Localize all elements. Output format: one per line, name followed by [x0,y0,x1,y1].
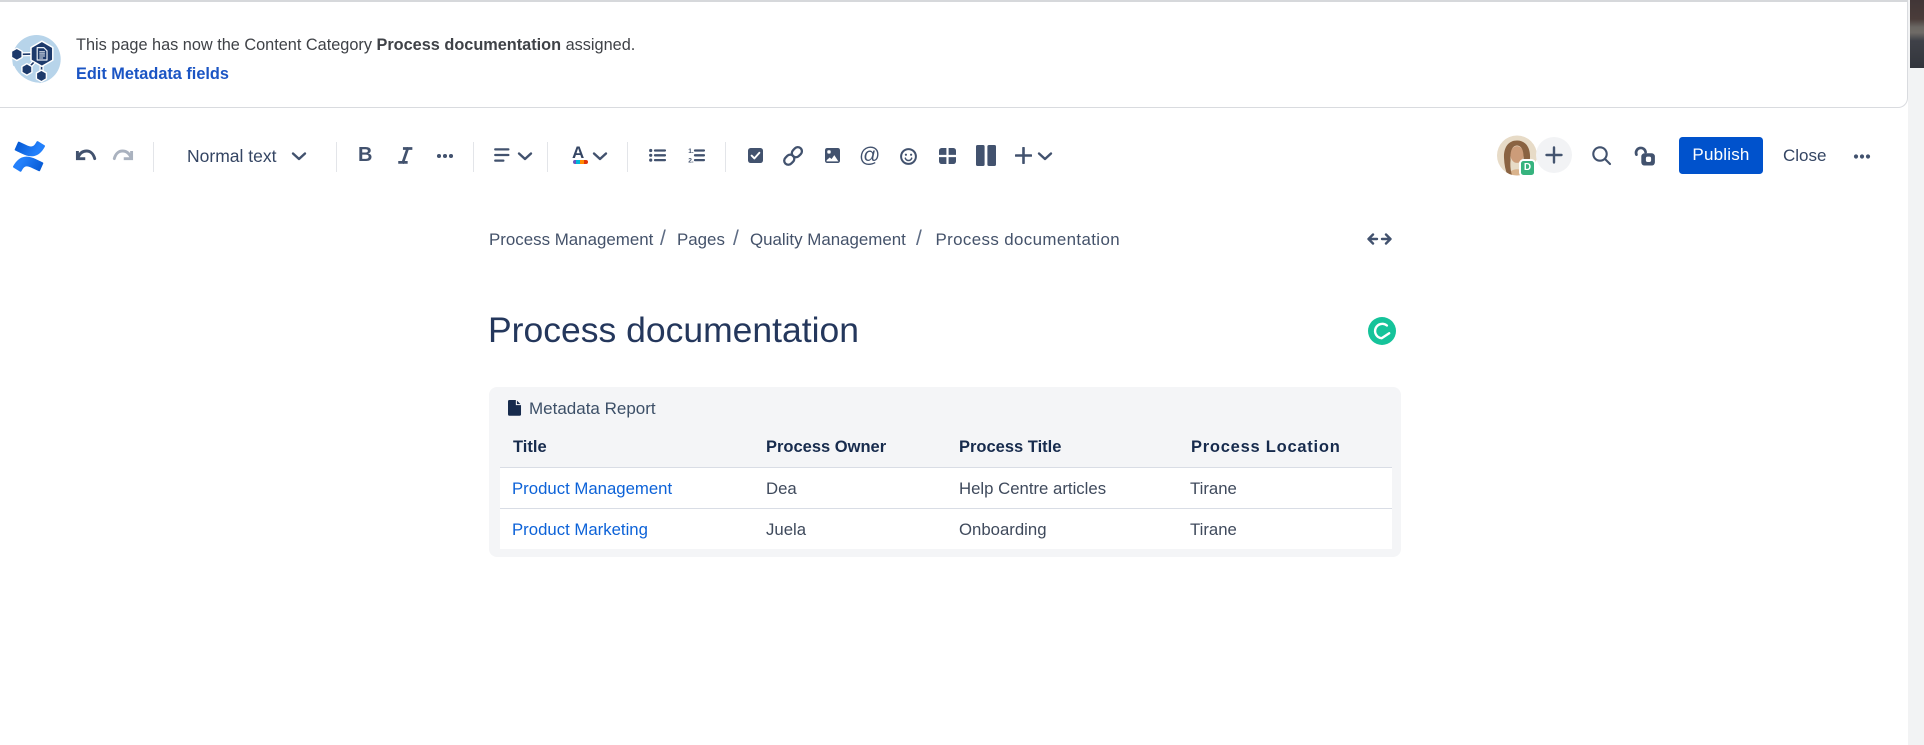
svg-text:2.: 2. [688,158,694,163]
svg-text:1.: 1. [688,148,694,155]
